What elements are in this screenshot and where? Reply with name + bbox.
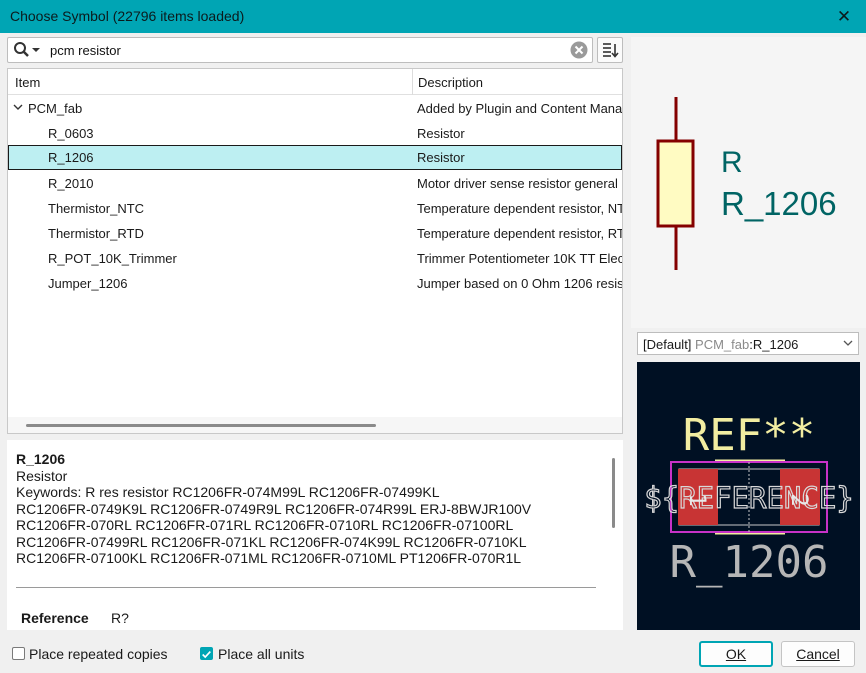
checkmark-icon — [202, 650, 211, 659]
tree-item-label: R_2010 — [48, 176, 94, 191]
tree-item-description: Temperature dependent resistor, NTC — [417, 201, 622, 216]
footprint-preview: REF** ${REFERENCE} 1 2 R_1206 — [637, 362, 860, 630]
search-input[interactable] — [48, 41, 558, 59]
resistor-symbol-graphic: R R_1206 — [656, 97, 837, 270]
sort-button[interactable] — [597, 37, 623, 63]
tree-item-label: R_1206 — [48, 150, 94, 165]
tree-item-description: Trimmer Potentiometer 10K TT Electronics — [417, 251, 622, 266]
symbol-details-panel: R_1206 Resistor Keywords: R res resistor… — [7, 440, 623, 630]
details-keywords-line: Keywords: R res resistor RC1206FR-074M99… — [16, 484, 440, 500]
chevron-down-icon — [843, 340, 853, 346]
window-title: Choose Symbol (22796 items loaded) — [10, 8, 245, 24]
tree-horizontal-scrollbar[interactable] — [8, 417, 622, 433]
place-repeated-copies-label[interactable]: Place repeated copies — [29, 646, 168, 662]
pad-1-number: 1 — [684, 493, 709, 506]
reference-label: Reference — [21, 610, 89, 626]
footprint-graphic: REF** ${REFERENCE} 1 2 R_1206 — [644, 410, 855, 588]
symbol-body — [656, 139, 695, 228]
tree-row[interactable]: Thermistor_RTD Temperature dependent res… — [8, 221, 622, 246]
column-header-description[interactable]: Description — [418, 75, 483, 90]
footprint-name: R_1206 — [752, 337, 799, 352]
search-icon[interactable] — [13, 41, 43, 59]
scrollbar-thumb[interactable] — [26, 424, 376, 427]
details-keywords-line: RC1206FR-07100KL RC1206FR-071ML RC1206FR… — [16, 550, 522, 566]
tree-item-description: Resistor — [417, 126, 465, 141]
place-repeated-copies-checkbox[interactable] — [12, 647, 25, 660]
ok-button[interactable]: OK — [699, 641, 773, 667]
column-header-item[interactable]: Item — [15, 75, 40, 90]
footprint-select[interactable]: [Default] PCM_fab:R_1206 — [637, 332, 859, 355]
close-icon[interactable]: ✕ — [822, 0, 866, 33]
tree-item-description: Jumper based on 0 Ohm 1206 resistor — [417, 276, 622, 291]
details-scrollbar[interactable] — [612, 458, 615, 528]
details-divider — [16, 587, 596, 588]
pad-2-number: 2 — [786, 493, 811, 506]
column-divider[interactable] — [412, 69, 413, 95]
tree-item-description: Motor driver sense resistor general — [417, 176, 618, 191]
details-text: R_1206 Resistor Keywords: R res resistor… — [16, 451, 596, 567]
symbol-reference-text: R — [721, 146, 743, 179]
tree-item-description: Resistor — [417, 150, 465, 165]
details-keywords-line: RC1206FR-070RL RC1206FR-071RL RC1206FR-0… — [16, 517, 514, 533]
footprint-ref-text: REF** — [683, 410, 815, 461]
sort-icon — [603, 43, 619, 58]
ok-button-label: OK — [725, 646, 747, 662]
details-symbol-name: R_1206 — [16, 451, 66, 467]
footprint-ref-field: ${REFERENCE} — [644, 481, 854, 515]
tree-item-label: Thermistor_NTC — [48, 201, 145, 216]
symbol-preview: R R_1206 — [631, 37, 866, 328]
tree-item-label: R_0603 — [48, 126, 94, 141]
footprint-value-text: R_1206 — [670, 537, 829, 588]
place-all-units-checkbox[interactable] — [200, 647, 213, 660]
place-all-units-label[interactable]: Place all units — [218, 646, 304, 662]
search-box[interactable] — [7, 37, 593, 63]
tree-row-library[interactable]: PCM_fab Added by Plugin and Content Mana… — [8, 96, 622, 121]
tree-row[interactable]: R_2010 Motor driver sense resistor gener… — [8, 171, 622, 196]
details-keywords-line: RC1206FR-07499RL RC1206FR-071KL RC1206FR… — [16, 533, 527, 550]
cancel-button-label: Cancel — [796, 646, 840, 662]
tree-row[interactable]: Thermistor_NTC Temperature dependent res… — [8, 196, 622, 221]
tree-row[interactable]: Jumper_1206 Jumper based on 0 Ohm 1206 r… — [8, 271, 622, 296]
details-description: Resistor — [16, 467, 68, 484]
tree-item-label: Thermistor_RTD — [48, 226, 144, 241]
clear-search-icon[interactable] — [570, 41, 588, 59]
details-keywords-line: RC1206FR-0749K9L RC1206FR-0749R9L RC1206… — [16, 500, 532, 517]
footprint-library: PCM_fab — [695, 337, 750, 352]
footprint-default-tag: [Default] — [643, 337, 692, 352]
tree-item-description: Added by Plugin and Content Manager — [417, 101, 622, 116]
tree-item-description: Temperature dependent resistor, RTD — [417, 226, 622, 241]
tree-row[interactable]: R_POT_10K_Trimmer Trimmer Potentiometer … — [8, 246, 622, 271]
tree-row-selected[interactable]: R_1206 Resistor — [8, 145, 622, 170]
cancel-button[interactable]: Cancel — [781, 641, 855, 667]
tree-row[interactable]: R_0603 Resistor — [8, 121, 622, 146]
tree-item-label: PCM_fab — [28, 101, 83, 116]
title-bar: Choose Symbol (22796 items loaded) ✕ — [0, 0, 866, 33]
reference-value: R? — [111, 610, 129, 626]
tree-item-label: R_POT_10K_Trimmer — [48, 251, 177, 266]
symbol-tree: Item Description PCM_fab Added by Plugin… — [7, 68, 623, 434]
tree-item-label: Jumper_1206 — [48, 276, 128, 291]
chevron-down-icon[interactable] — [13, 102, 23, 112]
tree-header: Item Description — [8, 69, 622, 95]
footprint-select-value: [Default] PCM_fab:R_1206 — [643, 337, 798, 352]
symbol-value-text: R_1206 — [721, 185, 837, 222]
